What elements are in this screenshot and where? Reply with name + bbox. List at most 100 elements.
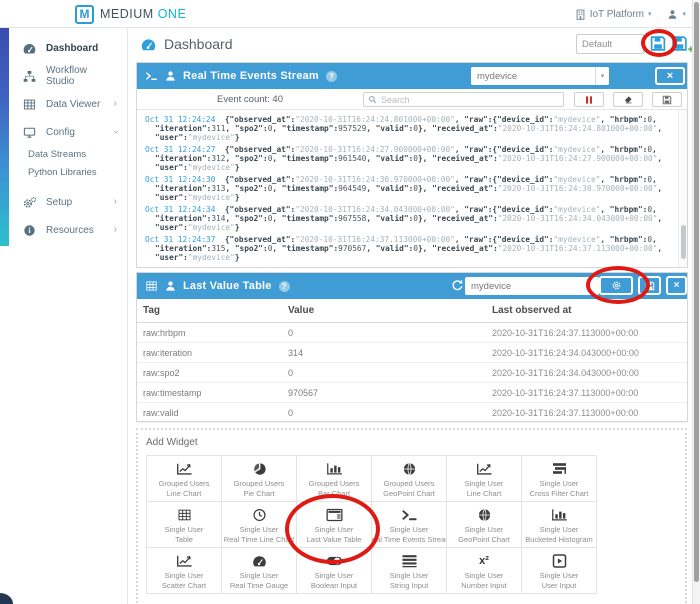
widget-card-grouped-users-bar-chart[interactable]: Grouped UsersBar Chart (297, 456, 372, 502)
cell-observed: 2020-10-31T16:24:37.113000+00:00 (492, 328, 638, 338)
refresh-icon[interactable] (451, 279, 464, 292)
platform-menu[interactable]: IoT Platform ▾ (575, 9, 652, 20)
save-widget-button[interactable] (638, 276, 661, 295)
sidebar-item-dashboard[interactable]: Dashboard (0, 34, 127, 62)
sidebar-item-resources[interactable]: Resources› (0, 216, 127, 244)
widget-card-line1: Single User (465, 571, 504, 581)
widget-card-line2: Cross Filter Chart (530, 489, 589, 499)
scrollbar-thumb[interactable] (681, 225, 686, 259)
save-dashboard-icon[interactable] (649, 35, 667, 52)
device-input[interactable] (465, 277, 599, 295)
widget-card-single-user-table[interactable]: Single UserTable (147, 502, 222, 548)
widget-card-line2: String Input (390, 581, 428, 591)
sidebar-item-setup[interactable]: Setup › (0, 188, 127, 216)
cell-value: 314 (288, 348, 303, 358)
help-icon[interactable]: ? (279, 281, 290, 292)
widget-card-line2: Line Chart (167, 489, 202, 499)
clock-icon (251, 507, 268, 522)
device-select[interactable] (465, 277, 599, 295)
device-input[interactable] (471, 67, 595, 85)
export-button[interactable] (652, 92, 682, 107)
events-log[interactable]: Oct 31 12:24:24 {"observed_at":"2020-10-… (137, 110, 678, 267)
add-dashboard-icon[interactable]: + (671, 35, 691, 52)
widget-card-line1: Single User (540, 525, 579, 535)
widget-card-grouped-users-pie-chart[interactable]: Grouped UsersPie Chart (222, 456, 297, 502)
search-input[interactable] (381, 95, 559, 105)
widget-card-line2: Last Value Table (307, 535, 362, 545)
search-box[interactable] (363, 92, 564, 107)
chevron-down-icon: ▾ (682, 10, 686, 18)
column-header-value: Value (288, 305, 314, 316)
table-row[interactable]: raw:valid02020-10-31T16:24:37.113000+00:… (137, 403, 687, 423)
table-row[interactable]: raw:timestamp9705672020-10-31T16:24:37.1… (137, 383, 687, 403)
gauge-icon (251, 553, 268, 568)
bar-chart-icon (551, 507, 568, 522)
caret-down-icon[interactable]: ▾ (595, 67, 609, 85)
topbar: M MEDIUM ONE IoT Platform ▾ ▾ (0, 0, 700, 28)
cell-value: 970567 (288, 388, 318, 398)
cell-observed: 2020-10-31T16:24:34.043000+00:00 (492, 368, 639, 378)
widget-card-single-user-user-input[interactable]: Single UserUser Input (522, 548, 597, 594)
floppy-icon (671, 35, 688, 52)
scrollbar-thumb[interactable] (694, 2, 699, 582)
topbar-right: IoT Platform ▾ ▾ (575, 0, 686, 28)
widget-card-line1: Single User (165, 571, 204, 581)
table-row[interactable]: raw:iteration3142020-10-31T16:24:34.0430… (137, 343, 687, 363)
widget-card-line2: Bucketed Histogram (525, 535, 593, 545)
table-row[interactable]: raw:hrbpm02020-10-31T16:24:37.113000+00:… (137, 323, 687, 343)
info-circle-icon (22, 224, 37, 237)
log-entry: Oct 31 12:24:24 {"observed_at":"2020-10-… (145, 115, 674, 142)
sidebar-item-config[interactable]: Config› (0, 118, 127, 146)
widget-card-line1: Grouped Users (309, 479, 360, 489)
sidebar-subitem-python-libraries[interactable]: Python Libraries (0, 164, 127, 182)
page-scrollbar[interactable] (692, 0, 700, 604)
dashboard-name-input[interactable] (576, 34, 644, 54)
chevron-right-icon: › (114, 197, 117, 207)
close-widget-button[interactable]: × (666, 276, 687, 295)
cell-tag: raw:iteration (143, 348, 192, 358)
widget-card-single-user-scatter-chart[interactable]: Single UserScatter Chart (147, 548, 222, 594)
brand-logo-icon: M (75, 5, 94, 24)
events-log-scrollbar[interactable] (678, 110, 687, 267)
widget-card-single-user-bucketed-histogram[interactable]: Single UserBucketed Histogram (522, 502, 597, 548)
help-icon[interactable]: ? (326, 71, 337, 82)
widget-card-grouped-users-geopoint-chart[interactable]: Grouped UsersGeoPoint Chart (372, 456, 447, 502)
pause-button[interactable] (574, 92, 604, 107)
sidebar-item-data-viewer[interactable]: Data Viewer› (0, 90, 127, 118)
widget-card-line1: Single User (390, 525, 429, 535)
widget-card-single-user-cross-filter-chart[interactable]: Single UserCross Filter Chart (522, 456, 597, 502)
widget-card-single-user-geopoint-chart[interactable]: Single UserGeoPoint Chart (447, 502, 522, 548)
device-select[interactable]: ▾ (471, 67, 609, 85)
clear-button[interactable] (613, 92, 643, 107)
events-toolbar: Event count: 40 (137, 89, 687, 110)
widget-card-grouped-users-line-chart[interactable]: Grouped UsersLine Chart (147, 456, 222, 502)
main-content: Dashboard + Real Time Events Stream ? ▾ … (128, 28, 692, 604)
widget-card-single-user-real-time-line-chart[interactable]: Single UserReal Time Line Chart (222, 502, 297, 548)
widget-card-single-user-real-time-events-stream[interactable]: Single UserReal Time Events Stream (372, 502, 447, 548)
widget-card-single-user-last-value-table[interactable]: Single UserLast Value Table (297, 502, 372, 548)
sidebar-nav: DashboardWorkflow StudioData Viewer›Conf… (0, 28, 127, 244)
brand-logo[interactable]: M MEDIUM ONE (75, 0, 186, 28)
chevron-down-icon: › (110, 130, 120, 133)
table-row[interactable]: raw:spo202020-10-31T16:24:34.043000+00:0… (137, 363, 687, 383)
user-icon (164, 280, 177, 292)
widget-card-single-user-line-chart[interactable]: Single UserLine Chart (447, 456, 522, 502)
widget-card-line2: Real Time Line Chart (224, 535, 294, 545)
sidebar-subitem-data-streams[interactable]: Data Streams (0, 146, 127, 164)
sidebar-item-workflow-studio[interactable]: Workflow Studio (0, 62, 127, 90)
widget-card-single-user-boolean-input[interactable]: Single UserBoolean Input (297, 548, 372, 594)
widget-card-single-user-number-input[interactable]: x²Single UserNumber Input (447, 548, 522, 594)
widget-card-line1: Single User (315, 571, 354, 581)
widget-card-single-user-string-input[interactable]: Single UserString Input (372, 548, 447, 594)
sidebar-item-label: Setup (46, 197, 72, 208)
user-menu[interactable]: ▾ (667, 9, 686, 20)
cell-tag: raw:spo2 (143, 368, 180, 378)
widget-card-line2: User Input (542, 581, 577, 591)
settings-button[interactable] (599, 276, 633, 295)
table-header-row: Tag Value Last observed at (137, 299, 687, 323)
widget-card-single-user-real-time-gauge[interactable]: Single UserReal Time Gauge (222, 548, 297, 594)
widget-card-line1: Single User (540, 479, 579, 489)
line-chart-icon (176, 461, 193, 476)
close-widget-button[interactable]: × (655, 67, 685, 85)
sitemap-icon (22, 70, 37, 83)
